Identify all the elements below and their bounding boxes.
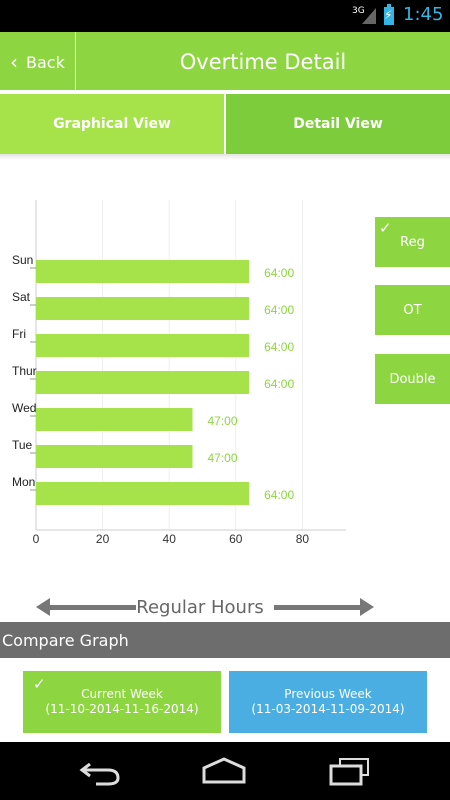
x-tick-label: 0 (33, 532, 40, 546)
x-tick-label: 60 (229, 532, 243, 546)
checkmark-icon: ✓ (33, 675, 46, 693)
x-tick-label: 20 (96, 532, 110, 546)
system-nav-bar (0, 742, 450, 800)
home-icon[interactable] (202, 756, 246, 786)
bar (36, 334, 250, 357)
chevron-left-icon: ‹ (10, 50, 18, 74)
ot-toggle-button[interactable]: OT (375, 285, 450, 335)
regular-hours-bar-chart: 0 20 40 60 80 Sun 64:00 Sat 64:00 Fri 64:00 Thur 64:… (12, 200, 346, 546)
ot-label: OT (403, 302, 422, 318)
value-label: 64:00 (264, 377, 294, 391)
signal-icon (362, 8, 376, 24)
category-label: Sun (12, 253, 33, 267)
bar (36, 408, 193, 431)
double-label: Double (389, 371, 436, 387)
previous-week-range: (11-03-2014-11-09-2014) (251, 702, 405, 716)
back-icon[interactable] (78, 756, 122, 786)
value-label: 47:00 (208, 414, 238, 428)
bar (36, 371, 250, 394)
current-week-range: (11-10-2014-11-16-2014) (45, 702, 199, 716)
reg-toggle-button[interactable]: ✓ Reg (375, 217, 450, 267)
checkmark-icon: ✓ (379, 219, 392, 237)
reg-label: Reg (400, 234, 425, 250)
bar (36, 260, 250, 283)
tab-detail-view[interactable]: Detail View (226, 94, 450, 154)
battery-charging-icon (384, 4, 394, 25)
compare-graph-header: Compare Graph (0, 622, 450, 658)
value-label: 64:00 (264, 266, 294, 280)
current-week-button[interactable]: ✓ Current Week (11-10-2014-11-16-2014) (23, 671, 221, 733)
axis-caption: Regular Hours (0, 596, 450, 622)
tab-graphical-view[interactable]: Graphical View (0, 94, 226, 154)
recent-apps-icon[interactable] (328, 756, 372, 786)
x-tick-label: 40 (163, 532, 177, 546)
value-label: 64:00 (264, 488, 294, 502)
category-label: Mon (12, 475, 35, 489)
arrow-right-icon (274, 598, 374, 616)
x-tick-label: 80 (296, 532, 310, 546)
bar (36, 297, 250, 320)
category-label: Fri (12, 327, 26, 341)
double-toggle-button[interactable]: Double (375, 354, 450, 404)
value-label: 64:00 (264, 340, 294, 354)
bar (36, 445, 193, 468)
status-bar: 3G 1:45 (0, 0, 450, 32)
category-label: Wed (12, 401, 36, 415)
previous-week-label: Previous Week (284, 687, 372, 701)
app-header: ‹ Back Overtime Detail (0, 32, 450, 92)
clock: 1:45 (403, 4, 444, 25)
back-label: Back (26, 52, 65, 72)
category-label: Tue (12, 438, 33, 452)
category-label: Sat (12, 290, 31, 304)
bar (36, 482, 250, 505)
category-label: Thur (12, 364, 37, 378)
value-label: 64:00 (264, 303, 294, 317)
view-tabs: Graphical View Detail View (0, 94, 450, 154)
previous-week-button[interactable]: Previous Week (11-03-2014-11-09-2014) (229, 671, 427, 733)
current-week-label: Current Week (81, 687, 163, 701)
page-title: Overtime Detail (179, 50, 347, 74)
back-button[interactable]: ‹ Back (0, 32, 76, 92)
value-label: 47:00 (208, 451, 238, 465)
